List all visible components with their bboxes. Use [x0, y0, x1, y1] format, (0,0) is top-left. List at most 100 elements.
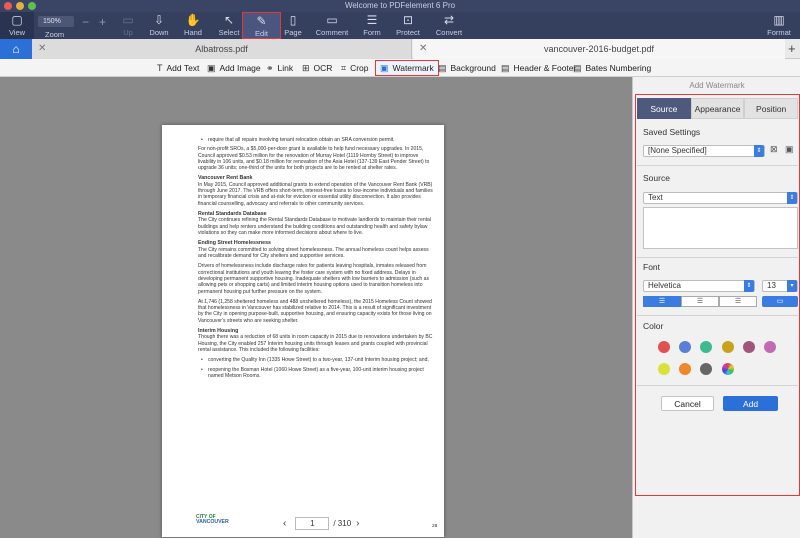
close-tab-icon[interactable]: ✕ — [419, 39, 427, 59]
document-tab-bar: ⌂ ✕ Albatross.pdf ✕ vancouver-2016-budge… — [0, 39, 800, 59]
source-select[interactable]: Text ⇕ — [643, 192, 798, 204]
text-align-group: ☰ ☰ ☰ — [643, 296, 757, 307]
add-button[interactable]: Add — [723, 396, 778, 411]
sidebar-icon: ▢ — [11, 13, 23, 27]
title-bar: Welcome to PDFelement 6 Pro — [0, 0, 800, 12]
color-swatch[interactable] — [658, 341, 670, 353]
align-center-icon[interactable]: ☰ — [681, 296, 719, 307]
protect-button[interactable]: ⊡ Protect — [393, 12, 423, 39]
font-label: Font — [643, 262, 661, 272]
select-button[interactable]: ↖ Select — [214, 12, 244, 39]
tab-source[interactable]: Source — [637, 98, 691, 119]
bates-numbering-button[interactable]: ▤ Bates Numbering — [573, 59, 651, 77]
watermark-text-input[interactable] — [643, 207, 798, 249]
ocr-icon: ⊞ — [302, 63, 310, 73]
divider — [637, 165, 798, 166]
color-picker-icon[interactable] — [722, 363, 734, 375]
pdf-page[interactable]: require that all repairs involving tenan… — [162, 125, 444, 537]
chevron-down-icon: ▾ — [787, 280, 797, 292]
home-button[interactable]: ⌂ — [0, 39, 32, 59]
color-swatch[interactable] — [722, 341, 734, 353]
divider — [637, 257, 798, 258]
hand-button[interactable]: ✋ Hand — [178, 12, 208, 39]
page-icon: ▯ — [289, 13, 297, 27]
zoom-select[interactable]: 150% — [38, 16, 74, 27]
doc-paragraph: For non-profit SROs, a $5,000-per-door g… — [198, 146, 430, 172]
doc-bullet: reopening the Bosman Hotel (1060 Howe St… — [198, 367, 434, 380]
edit-button[interactable]: ✎ Edit — [242, 12, 281, 39]
view-button[interactable]: ▢ View — [0, 12, 34, 39]
close-window-button[interactable] — [4, 2, 12, 10]
edit-icon: ✎ — [256, 14, 267, 28]
document-viewer[interactable]: require that all repairs involving tenan… — [0, 77, 632, 538]
divider — [637, 385, 798, 386]
lock-icon: ⊡ — [402, 13, 414, 27]
cancel-button[interactable]: Cancel — [661, 396, 714, 411]
font-size-select[interactable]: 13 ▾ — [762, 280, 798, 292]
page-button[interactable]: ▯ Page — [283, 12, 303, 39]
chevron-down-icon: ⇕ — [754, 145, 764, 157]
new-tab-button[interactable]: + — [788, 39, 796, 59]
arrow-down-icon: ⇩ — [153, 13, 165, 27]
color-swatch[interactable] — [700, 341, 712, 353]
add-image-button[interactable]: ▣ Add Image — [207, 59, 261, 77]
doc-paragraph: The City continues refining the Rental S… — [198, 217, 432, 237]
color-swatch[interactable] — [679, 363, 691, 375]
delete-setting-icon[interactable]: ⊠ — [770, 144, 778, 155]
saved-settings-label: Saved Settings — [643, 127, 701, 137]
panel-title: Add Watermark — [689, 81, 745, 90]
text-icon: T — [157, 63, 163, 73]
background-icon: ▤ — [438, 63, 447, 73]
previous-page-icon[interactable]: ‹ — [283, 518, 286, 529]
link-button[interactable]: ⚭ Link — [266, 59, 293, 77]
page-number-input[interactable]: 1 — [295, 516, 330, 530]
color-swatch[interactable] — [700, 363, 712, 375]
watermark-button[interactable]: ▣ Watermark — [375, 60, 439, 76]
form-button[interactable]: ☰ Form — [360, 12, 384, 39]
comment-button[interactable]: ▭ Comment — [314, 12, 350, 39]
background-button[interactable]: ▤ Background — [438, 59, 496, 77]
home-icon: ⌂ — [12, 42, 20, 56]
close-tab-icon[interactable]: ✕ — [38, 39, 46, 59]
arrow-up-icon: ▭ — [122, 13, 134, 27]
crop-button[interactable]: ⌗ Crop — [341, 59, 369, 77]
color-swatch[interactable] — [679, 341, 691, 353]
format-button[interactable]: ▥ Format — [764, 12, 794, 39]
zoom-window-button[interactable] — [28, 2, 36, 10]
color-swatch[interactable] — [743, 341, 755, 353]
doc-paragraph: The City remains committed to solving st… — [198, 246, 429, 260]
page-navigator: ‹ 1 / 310 › — [278, 516, 364, 530]
add-text-button[interactable]: T Add Text — [157, 59, 199, 77]
font-family-select[interactable]: Helvetica ⇕ — [643, 280, 755, 292]
saved-settings-select[interactable]: [None Specified] ⇕ — [643, 145, 765, 157]
down-button[interactable]: ⇩ Down — [144, 12, 174, 39]
divider — [637, 315, 798, 316]
window-controls — [4, 2, 36, 10]
page-number-label: 28 — [432, 524, 438, 529]
crop-icon: ⌗ — [341, 63, 347, 73]
zoom-in-button[interactable]: + — [99, 15, 106, 29]
ocr-button[interactable]: ⊞ OCR — [302, 59, 332, 77]
up-button[interactable]: ▭ Up — [114, 12, 142, 39]
zoom-out-button[interactable]: − — [82, 15, 89, 29]
tab-vancouver-budget[interactable]: ✕ vancouver-2016-budget.pdf — [413, 39, 785, 59]
header-footer-button[interactable]: ▤ Header & Footer — [501, 59, 576, 77]
minimize-window-button[interactable] — [16, 2, 24, 10]
color-swatch[interactable] — [658, 363, 670, 375]
tab-appearance[interactable]: Appearance — [690, 98, 745, 119]
watermark-panel: Add Watermark Source Appearance Position… — [632, 77, 800, 538]
city-logo: CITY OF VANCOUVER — [196, 514, 229, 525]
next-page-icon[interactable]: › — [356, 518, 359, 529]
align-right-icon[interactable]: ☰ — [719, 296, 757, 307]
tab-albatross[interactable]: ✕ Albatross.pdf — [32, 39, 412, 59]
tab-position[interactable]: Position — [744, 98, 799, 119]
align-left-icon[interactable]: ☰ — [643, 296, 681, 307]
color-swatch[interactable] — [764, 341, 776, 353]
save-setting-icon[interactable]: ▣ — [785, 144, 794, 155]
underline-icon[interactable]: ▭ — [762, 296, 798, 307]
main-toolbar: ▢ View 150% − + Zoom ▭ Up ⇩ Down ✋ Hand … — [0, 12, 800, 39]
window-title: Welcome to PDFelement 6 Pro — [344, 1, 456, 10]
convert-button[interactable]: ⇄ Convert — [433, 12, 465, 39]
doc-paragraph: In May 2015, Council approved additional… — [198, 181, 433, 207]
doc-paragraph: Drivers of homelessness include discharg… — [198, 263, 430, 295]
